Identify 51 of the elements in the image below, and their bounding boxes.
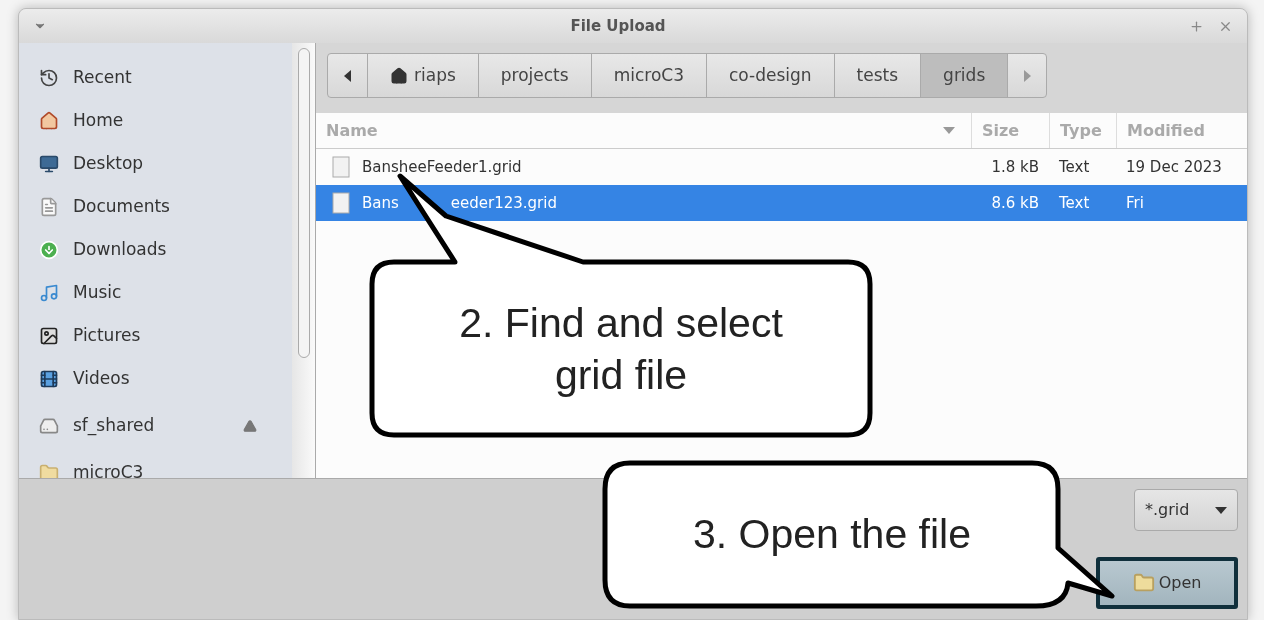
sidebar-item[interactable]: Recent xyxy=(39,56,273,99)
desktop-icon xyxy=(39,153,59,174)
right-caret-icon xyxy=(1023,69,1032,82)
sidebar-item[interactable]: microC3 xyxy=(39,451,273,478)
callout-text: 2. Find and select grid file xyxy=(458,299,784,400)
file-name-fragment: Bans xyxy=(362,192,399,214)
file-modified: 19 Dec 2023 xyxy=(1126,157,1222,176)
music-note-icon xyxy=(39,282,59,303)
file-row[interactable]: BansheeFeeder1.grid 1.8 kB Text 19 Dec 2023 xyxy=(316,149,1247,185)
path-segment[interactable]: projects xyxy=(478,54,592,97)
path-segment[interactable]: grids xyxy=(921,54,1009,97)
file-name: BansheeFeeder1.grid xyxy=(362,156,522,178)
window-title: File Upload xyxy=(570,15,666,37)
home-icon xyxy=(39,110,59,131)
path-segment[interactable]: co-design xyxy=(707,54,835,97)
download-icon xyxy=(39,239,59,260)
file-type: Text xyxy=(1059,193,1090,212)
filter-dropdown[interactable]: *.grid xyxy=(1134,489,1238,531)
document-icon xyxy=(39,196,59,217)
sidebar-item[interactable]: Downloads xyxy=(39,228,273,271)
sort-caret-icon xyxy=(943,127,955,134)
file-name-fragment: eeder123.grid xyxy=(450,192,557,214)
left-caret-icon xyxy=(343,69,352,82)
eject-icon[interactable] xyxy=(242,418,259,433)
open-button[interactable]: Open xyxy=(1096,557,1238,609)
home-icon xyxy=(390,66,408,85)
file-row[interactable]: Bans eeder123.grid 8.6 kB Text Fri xyxy=(316,185,1247,221)
folder-icon xyxy=(1132,572,1155,594)
maximize-icon[interactable] xyxy=(1189,18,1204,34)
sidebar-item[interactable]: Documents xyxy=(39,185,273,228)
sidebar-item[interactable]: Desktop xyxy=(39,142,273,185)
file-size: 1.8 kB xyxy=(991,156,1039,178)
picture-icon xyxy=(39,325,59,346)
sidebar-item[interactable]: Pictures xyxy=(39,314,273,357)
sidebar-item[interactable]: Music xyxy=(39,271,273,314)
path-segment[interactable]: microC3 xyxy=(591,54,707,97)
film-icon xyxy=(39,368,59,389)
file-icon xyxy=(332,156,350,178)
sidebar-item[interactable]: sf_shared xyxy=(39,400,273,451)
folder-icon xyxy=(39,462,59,478)
file-icon xyxy=(332,192,350,214)
sidebar-item[interactable]: Videos xyxy=(39,357,273,400)
path-segment[interactable]: riaps xyxy=(368,54,479,97)
callout-text: 3. Open the file xyxy=(692,510,972,560)
file-size: 8.6 kB xyxy=(991,192,1039,214)
file-modified: Fri xyxy=(1126,193,1144,212)
file-type: Text xyxy=(1059,157,1090,176)
sidebar-item[interactable]: Home xyxy=(39,99,273,142)
caret-icon xyxy=(1215,506,1227,514)
clock-icon xyxy=(39,67,59,88)
scrollbar-thumb[interactable] xyxy=(297,48,310,358)
